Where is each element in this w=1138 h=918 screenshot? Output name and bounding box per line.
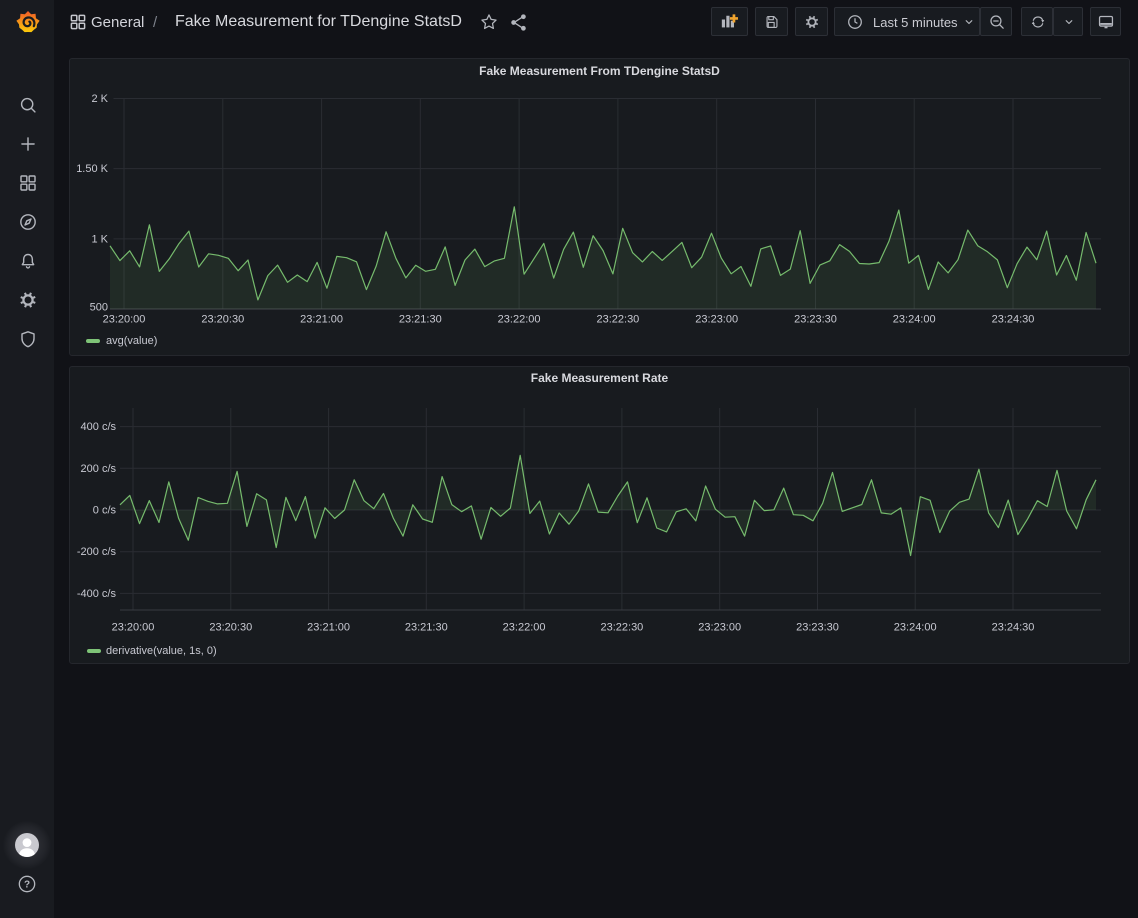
svg-text:0 c/s: 0 c/s xyxy=(93,505,117,517)
svg-text:23:20:00: 23:20:00 xyxy=(103,314,146,326)
svg-text:-200 c/s: -200 c/s xyxy=(77,546,117,558)
svg-text:23:21:00: 23:21:00 xyxy=(300,314,343,326)
svg-text:?: ? xyxy=(24,880,30,891)
svg-text:23:24:00: 23:24:00 xyxy=(894,622,937,634)
svg-text:23:22:00: 23:22:00 xyxy=(503,622,546,634)
svg-text:23:20:30: 23:20:30 xyxy=(209,622,252,634)
svg-text:-400 c/s: -400 c/s xyxy=(77,588,117,600)
svg-text:23:21:30: 23:21:30 xyxy=(399,314,442,326)
svg-text:23:23:30: 23:23:30 xyxy=(794,314,837,326)
svg-text:1.50 K: 1.50 K xyxy=(76,163,108,175)
svg-text:23:20:30: 23:20:30 xyxy=(201,314,244,326)
svg-text:23:23:00: 23:23:00 xyxy=(695,314,738,326)
svg-text:1 K: 1 K xyxy=(91,233,108,245)
svg-text:2 K: 2 K xyxy=(91,93,108,105)
svg-text:23:23:00: 23:23:00 xyxy=(698,622,741,634)
svg-text:23:21:30: 23:21:30 xyxy=(405,622,448,634)
svg-text:23:20:00: 23:20:00 xyxy=(112,622,155,634)
svg-text:200 c/s: 200 c/s xyxy=(81,463,117,475)
svg-text:23:24:30: 23:24:30 xyxy=(992,622,1035,634)
svg-text:400 c/s: 400 c/s xyxy=(81,421,117,433)
svg-text:23:23:30: 23:23:30 xyxy=(796,622,839,634)
svg-text:23:24:00: 23:24:00 xyxy=(893,314,936,326)
svg-text:23:21:00: 23:21:00 xyxy=(307,622,350,634)
svg-text:23:22:30: 23:22:30 xyxy=(596,314,639,326)
svg-text:23:22:00: 23:22:00 xyxy=(498,314,541,326)
svg-text:500: 500 xyxy=(90,302,108,314)
svg-text:23:24:30: 23:24:30 xyxy=(992,314,1035,326)
svg-text:23:22:30: 23:22:30 xyxy=(600,622,643,634)
